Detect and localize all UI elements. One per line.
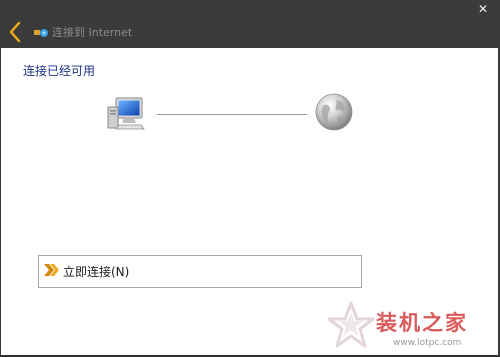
content-pane: 连接已经可用 立即连接(N) 装机之家 www.lotpc.com — [1, 48, 498, 357]
window-title: 连接到 Internet — [52, 26, 133, 39]
site-watermark: 装机之家 www.lotpc.com — [327, 300, 499, 354]
back-button[interactable] — [6, 20, 26, 44]
connect-now-label: 立即连接(N) — [63, 265, 130, 279]
connect-now-option[interactable]: 立即连接(N) — [38, 255, 362, 288]
back-arrow-icon — [9, 21, 21, 43]
title-bar: 连接到 Internet ✕ — [0, 0, 500, 48]
close-button[interactable]: ✕ — [476, 2, 490, 16]
wizard-window: 连接到 Internet ✕ 连接已经可用 立即连接(N) 装机之家 www.l… — [0, 0, 500, 357]
double-chevron-right-icon — [44, 264, 59, 276]
computer-icon — [107, 97, 145, 130]
status-heading: 连接已经可用 — [23, 64, 96, 78]
internet-globe-icon — [315, 93, 353, 131]
star-logo-icon — [327, 301, 375, 348]
watermark-url: www.lotpc.com — [393, 338, 462, 348]
connection-line — [157, 114, 307, 115]
watermark-name: 装机之家 — [376, 311, 468, 335]
network-connection-icon — [34, 29, 48, 37]
